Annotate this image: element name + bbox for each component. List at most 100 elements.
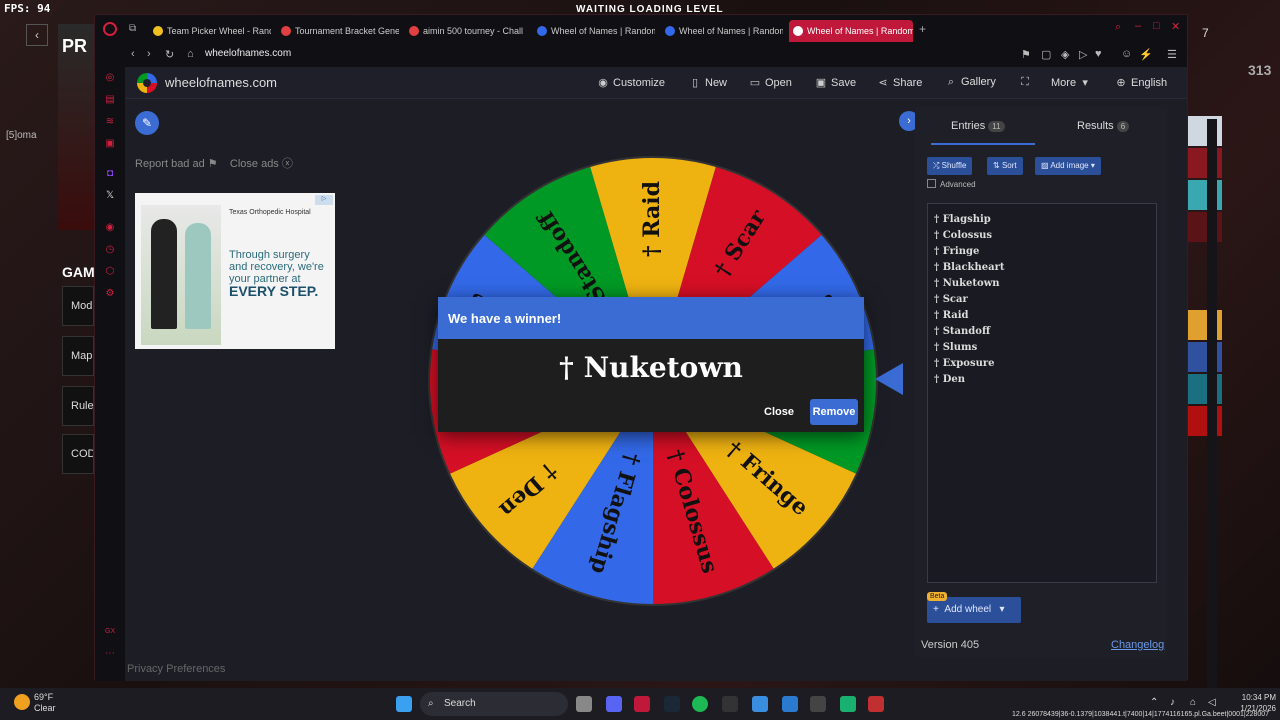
gallery-button[interactable]: ⌕ Gallery (945, 76, 996, 89)
entry-line: † Slums (934, 342, 978, 353)
customize-button[interactable]: ◉ Customize (597, 76, 665, 89)
steam-icon[interactable] (664, 696, 680, 712)
runner-figure (151, 219, 177, 329)
close-button[interactable]: Close (764, 406, 794, 418)
ai-icon[interactable]: ⚡ (1139, 48, 1153, 61)
tab-entries[interactable]: Entries 11 (951, 120, 1005, 132)
snapshot-icon[interactable]: ▢ (1041, 48, 1051, 61)
spotify-icon[interactable] (692, 696, 708, 712)
advertisement[interactable]: ▷ Texas Orthopedic Hospital Through surg… (135, 193, 335, 349)
windows-start-icon[interactable] (396, 696, 412, 712)
close-icon[interactable]: ✕ (1171, 20, 1180, 33)
sidebar-stack-icon[interactable]: ≋ (105, 117, 115, 127)
opera-logo-icon[interactable] (103, 22, 117, 36)
share-button[interactable]: ⋖ Share (877, 76, 922, 89)
sidebar-home-icon[interactable]: ◎ (105, 73, 115, 83)
search-tabs-icon[interactable]: ⌕ (1115, 21, 1121, 34)
site-name[interactable]: wheelofnames.com (165, 75, 277, 90)
taskbar-search[interactable]: ⌕ Search (420, 692, 568, 716)
volume-icon[interactable]: ◁ (1208, 697, 1216, 708)
fullscreen-icon: ⛶ (1021, 76, 1029, 88)
tab[interactable]: Wheel of Names | Random (533, 20, 655, 42)
tab[interactable]: Team Picker Wheel - Rand (149, 20, 271, 42)
maximize-icon[interactable]: □ (1153, 20, 1160, 32)
privacy-preferences-link[interactable]: Privacy Preferences (127, 663, 225, 675)
menu-icon[interactable]: ☰ (1167, 48, 1177, 61)
tab-menu-icon[interactable]: ⧉ (129, 23, 136, 34)
bookmark-icon[interactable]: ⚑ (1021, 48, 1031, 61)
minimize-icon[interactable]: – (1135, 20, 1141, 32)
close-ads-link[interactable]: Close ads (230, 158, 279, 170)
save-button[interactable]: ▣ Save (815, 76, 856, 89)
back-icon[interactable]: ‹ (131, 48, 135, 60)
tab[interactable]: Wheel of Names | Random (661, 20, 783, 42)
ad-choices-icon[interactable]: ▷ (315, 195, 333, 205)
discord-icon[interactable] (606, 696, 622, 712)
game-window: ‹ PR [5]oma GAM Mod Map Rule COD (0, 14, 95, 680)
game-button-rule[interactable]: Rule (62, 386, 94, 426)
sidebar-messenger-icon[interactable]: ▣ (105, 139, 115, 149)
report-bad-ad-link[interactable]: Report bad ad (135, 158, 205, 170)
tab-active[interactable]: Wheel of Names | Random (789, 20, 913, 42)
weather-icon[interactable] (14, 694, 30, 710)
sidebar-store-icon[interactable]: ▤ (105, 95, 115, 105)
edit-pencil-button[interactable]: ✎ (135, 111, 159, 135)
close-circle-icon[interactable]: ⓧ (282, 158, 293, 170)
add-image-button[interactable]: ▨ Add image ▾ (1035, 157, 1101, 175)
app-icon[interactable] (722, 696, 738, 712)
app-icon[interactable] (840, 696, 856, 712)
changelog-link[interactable]: Changelog (1111, 639, 1164, 651)
new-button[interactable]: ▯ New (689, 76, 727, 89)
url-field[interactable]: wheelofnames.com (205, 48, 291, 59)
reload-icon[interactable]: ↻ (165, 48, 174, 61)
version-label: Version 405 (921, 639, 980, 651)
gx-icon[interactable]: GX (105, 627, 115, 637)
app-icon[interactable] (810, 696, 826, 712)
player-name: [5]oma (6, 130, 37, 141)
twitch-icon[interactable]: ◘ (105, 169, 115, 179)
app-icon[interactable] (782, 696, 798, 712)
shield-icon[interactable]: ◈ (1061, 48, 1069, 61)
remove-button[interactable]: Remove (810, 399, 858, 425)
task-view-icon[interactable] (576, 696, 592, 712)
entries-count-badge: 11 (988, 121, 1005, 132)
tab[interactable]: aimin 500 tourney - Chall (405, 20, 527, 42)
entries-textbox[interactable]: † Flagship † Colossus † Fringe † Blackheart… (927, 203, 1157, 583)
send-icon[interactable]: ▷ (1079, 48, 1087, 61)
x-twitter-icon[interactable]: 𝕏 (105, 191, 115, 201)
microphone-icon[interactable]: ♪ (1170, 697, 1175, 708)
advanced-checkbox[interactable]: Advanced (927, 179, 976, 189)
game-button-mod[interactable]: Mod (62, 286, 94, 326)
entry-line: † Standoff (934, 326, 991, 337)
flag-icon: ⚑ (207, 158, 218, 170)
game-button-cod[interactable]: COD (62, 434, 94, 474)
sidebar-extensions-icon[interactable]: ⬡ (105, 267, 115, 277)
game-button-map[interactable]: Map (62, 336, 94, 376)
open-button[interactable]: ▭ Open (749, 76, 792, 89)
tray-chevron-icon[interactable]: ⌃ (1150, 697, 1158, 708)
profile-icon[interactable]: ☺ (1121, 48, 1132, 60)
sidebar-history-icon[interactable]: ◷ (105, 245, 115, 255)
sidebar-player-icon[interactable]: ◉ (105, 223, 115, 233)
scrollbar[interactable] (1207, 119, 1217, 720)
fullscreen-button[interactable]: ⛶ (1019, 76, 1035, 89)
heart-icon[interactable]: ♥ (1095, 48, 1102, 60)
weather-widget[interactable]: 69°F Clear (34, 692, 56, 714)
forward-icon[interactable]: › (147, 48, 151, 60)
network-icon[interactable]: ⌂ (1190, 697, 1196, 708)
opera-gx-icon[interactable] (634, 696, 650, 712)
sort-button[interactable]: ⇅ Sort (987, 157, 1023, 175)
new-tab-icon[interactable]: + (919, 22, 926, 36)
notepad-icon[interactable] (752, 696, 768, 712)
sidebar-settings-icon[interactable]: ⚙ (105, 289, 115, 299)
back-arrow-icon[interactable]: ‹ (26, 24, 48, 46)
tab[interactable]: Tournament Bracket Gene (277, 20, 399, 42)
sidebar-more-icon[interactable]: ⋯ (105, 649, 115, 659)
app-icon[interactable] (868, 696, 884, 712)
tab-results[interactable]: Results 6 (1077, 120, 1130, 132)
language-button[interactable]: ⊕ English (1115, 76, 1167, 89)
wheel-logo-icon[interactable] (137, 73, 157, 93)
shuffle-button[interactable]: ⤮ Shuffle (927, 157, 973, 175)
more-button[interactable]: More ▾ (1051, 76, 1095, 89)
image-icon: ▨ (1041, 161, 1049, 170)
